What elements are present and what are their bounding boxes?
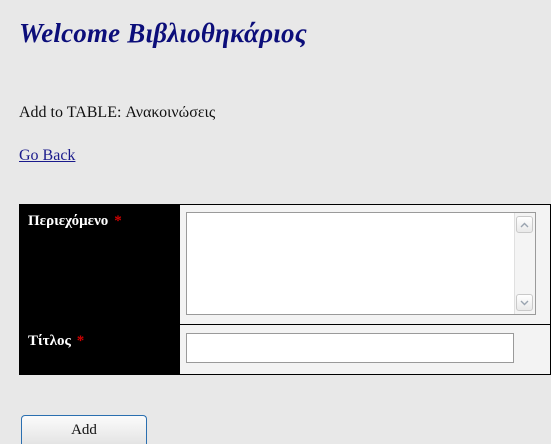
required-marker: * (114, 213, 122, 229)
add-form-table: Περιεχόμενο * Τίτλος * (19, 204, 551, 375)
title-label: Τίτλος (28, 333, 71, 349)
form-row-title: Τίτλος * (19, 324, 551, 375)
title-input[interactable] (186, 333, 514, 363)
content-label: Περιεχόμενο (28, 213, 109, 229)
textarea-scrollbar[interactable] (514, 213, 535, 314)
chevron-down-icon (520, 300, 529, 305)
welcome-heading: Welcome Βιβλιοθηκάριος (19, 18, 307, 48)
form-row-content: Περιεχόμενο * (19, 204, 551, 325)
title-field-cell (179, 324, 551, 375)
page: Welcome Βιβλιοθηκάριος Add to TABLE: Ανα… (0, 0, 551, 444)
required-marker: * (76, 333, 85, 349)
add-button[interactable]: Add (21, 415, 147, 444)
title-label-cell: Τίτλος * (19, 324, 180, 375)
table-subtitle: Add to TABLE: Ανακοινώσεις (19, 104, 216, 121)
content-textarea[interactable] (187, 213, 515, 314)
scroll-down-button[interactable] (516, 294, 533, 311)
content-textarea-wrapper (186, 212, 536, 315)
chevron-up-icon (520, 222, 529, 227)
content-field-cell (179, 204, 551, 325)
content-label-cell: Περιεχόμενο * (19, 204, 180, 325)
scroll-up-button[interactable] (516, 216, 533, 233)
go-back-link[interactable]: Go Back (19, 147, 75, 165)
